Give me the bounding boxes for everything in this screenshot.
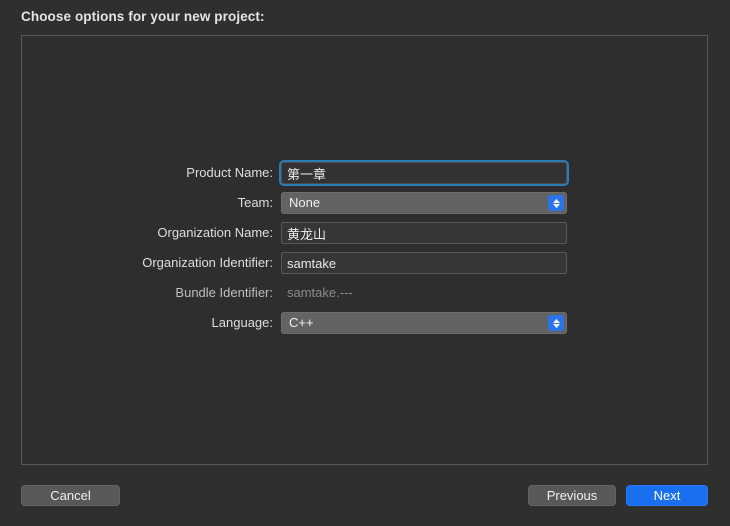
language-select[interactable]: C++: [281, 312, 567, 334]
next-button[interactable]: Next: [626, 485, 708, 506]
new-project-options-dialog: Choose options for your new project: Pro…: [0, 0, 730, 526]
chevron-down-icon: [552, 203, 560, 208]
organization-name-control: [281, 222, 567, 244]
bundle-identifier-control: samtake.---: [281, 282, 567, 304]
product-name-input[interactable]: [281, 162, 567, 184]
team-select[interactable]: None: [281, 192, 567, 214]
form-row-bundle-identifier: Bundle Identifier: samtake.---: [22, 282, 709, 304]
chevron-up-icon: [552, 198, 560, 203]
team-control: None: [281, 192, 567, 214]
page-title: Choose options for your new project:: [21, 9, 265, 24]
language-label: Language:: [211, 315, 273, 330]
bundle-identifier-label: Bundle Identifier:: [175, 285, 273, 300]
cancel-button[interactable]: Cancel: [21, 485, 120, 506]
form-row-organization-name: Organization Name:: [22, 222, 709, 244]
form-row-organization-identifier: Organization Identifier:: [22, 252, 709, 274]
language-selected-value: C++: [289, 315, 314, 330]
organization-identifier-label: Organization Identifier:: [142, 255, 273, 270]
form-row-language: Language: C++: [22, 312, 709, 334]
form-row-product-name: Product Name:: [22, 162, 709, 184]
chevron-down-icon: [552, 323, 560, 328]
chevron-up-down-icon[interactable]: [548, 315, 564, 331]
team-label: Team:: [237, 195, 273, 210]
organization-identifier-control: [281, 252, 567, 274]
language-control: C++: [281, 312, 567, 334]
chevron-up-icon: [552, 318, 560, 323]
organization-name-label: Organization Name:: [157, 225, 273, 240]
bundle-identifier-value: samtake.---: [287, 285, 353, 300]
product-name-label: Product Name:: [186, 165, 273, 180]
organization-identifier-input[interactable]: [281, 252, 567, 274]
product-name-control: [281, 162, 567, 184]
team-selected-value: None: [289, 195, 321, 210]
chevron-up-down-icon[interactable]: [548, 195, 564, 211]
form-row-team: Team: None: [22, 192, 709, 214]
options-panel: Product Name: Team: None Organization Name:…: [21, 35, 708, 465]
previous-button[interactable]: Previous: [528, 485, 616, 506]
organization-name-input[interactable]: [281, 222, 567, 244]
